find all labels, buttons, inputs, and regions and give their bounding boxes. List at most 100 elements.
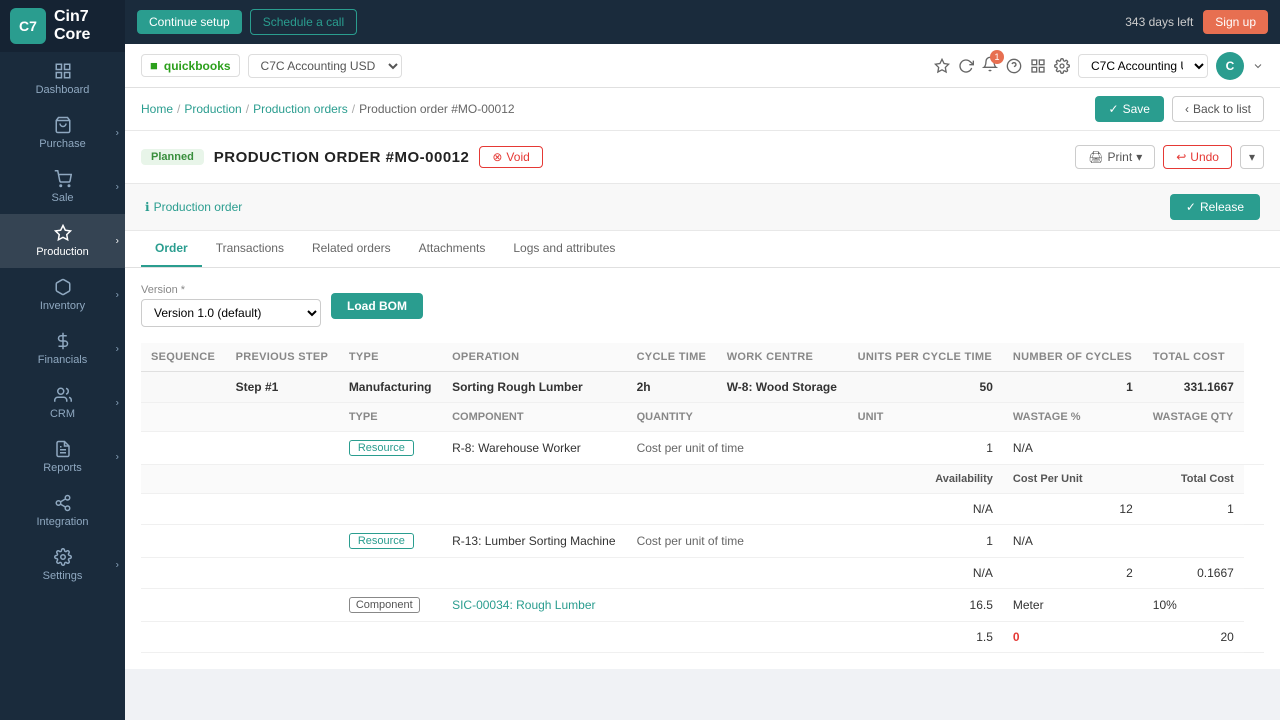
- production-order-header: Planned PRODUCTION ORDER #MO-00012 ⊗ Voi…: [125, 131, 1280, 184]
- th-sequence: Sequence: [141, 343, 226, 372]
- tab-logs-attributes[interactable]: Logs and attributes: [499, 231, 629, 267]
- page-area: Home / Production / Production orders / …: [125, 88, 1280, 720]
- po-header-left: Planned PRODUCTION ORDER #MO-00012 ⊗ Voi…: [141, 146, 543, 168]
- release-check-icon: ✓: [1186, 200, 1196, 214]
- breadcrumb-home[interactable]: Home: [141, 102, 173, 116]
- notification-count: 1: [990, 50, 1004, 64]
- sidebar-item-sale[interactable]: Sale ›: [0, 160, 125, 214]
- grid-icon[interactable]: [1030, 58, 1046, 74]
- comp-availability-r8: N/A: [848, 494, 1003, 525]
- tab-transactions[interactable]: Transactions: [202, 231, 298, 267]
- order-content: Version * Version 1.0 (default) Load BOM…: [125, 268, 1280, 669]
- refresh-icon[interactable]: [958, 58, 974, 74]
- void-button[interactable]: ⊗ Void: [479, 146, 542, 168]
- logo-icon: C7: [10, 8, 46, 44]
- sidebar-item-dashboard[interactable]: Dashboard: [0, 52, 125, 106]
- sidebar-item-production[interactable]: Production ›: [0, 214, 125, 268]
- quickbooks-badge[interactable]: ■ quickbooks: [141, 54, 240, 77]
- sidebar-item-label: Settings: [43, 570, 83, 582]
- continue-setup-button[interactable]: Continue setup: [137, 10, 242, 34]
- sidebar-item-label: Production: [36, 246, 89, 258]
- save-check-icon: ✓: [1109, 102, 1119, 116]
- user-avatar[interactable]: C: [1216, 52, 1244, 80]
- comp-unit: N/A: [1003, 432, 1143, 465]
- table-row: Type Component Quantity Unit Wastage % W…: [141, 403, 1264, 432]
- comp2-cost-per-unit: 2: [1003, 558, 1143, 589]
- sidebar-item-label: Purchase: [39, 138, 85, 150]
- table-row: Availability Cost Per Unit Total Cost: [141, 465, 1264, 494]
- po-header-right: 🖨 Print ▾ ↩ Undo ▾: [1075, 145, 1264, 169]
- sidebar-item-label: Inventory: [40, 300, 85, 312]
- comp-unit-header: Unit: [848, 403, 1003, 432]
- comp-wastage-pct: [1143, 432, 1244, 465]
- accounting-select[interactable]: C7C Accounting USD: [248, 54, 402, 78]
- save-button[interactable]: ✓ Save: [1095, 96, 1164, 122]
- reports-icon: [54, 440, 72, 458]
- sidebar-item-settings[interactable]: Settings ›: [0, 538, 125, 592]
- comp3-availability: 0: [1013, 630, 1020, 644]
- back-icon: ‹: [1185, 102, 1189, 116]
- version-label: Version *: [141, 284, 321, 296]
- chevron-right-icon: ›: [116, 128, 119, 139]
- load-bom-button[interactable]: Load BOM: [331, 293, 423, 319]
- breadcrumb-production-orders[interactable]: Production orders: [253, 102, 348, 116]
- more-actions-button[interactable]: ▾: [1240, 145, 1264, 169]
- version-row: Version * Version 1.0 (default) Load BOM: [141, 284, 1264, 327]
- table-row: 1.5 0 20: [141, 622, 1264, 653]
- comp2-availability: N/A: [848, 558, 1003, 589]
- work-table: Sequence Previous Step Type Operation Cy…: [141, 343, 1264, 653]
- comp-component-header: Component: [442, 403, 626, 432]
- sidebar-item-purchase[interactable]: Purchase ›: [0, 106, 125, 160]
- signup-button[interactable]: Sign up: [1203, 10, 1268, 34]
- th-units-per-cycle: Units Per Cycle Time: [848, 343, 1003, 372]
- chevron-right-icon: ›: [116, 560, 119, 571]
- comp-quantity-label: Cost per unit of time: [627, 432, 848, 465]
- sidebar-item-label: Reports: [43, 462, 82, 474]
- comp-quantity: 1: [848, 432, 1003, 465]
- integration-icon: [54, 494, 72, 512]
- comp3-unit: Meter: [1003, 589, 1143, 622]
- back-to-list-button[interactable]: ‹ Back to list: [1172, 96, 1264, 122]
- sidebar-item-integration[interactable]: Integration: [0, 484, 125, 538]
- production-icon: [54, 224, 72, 242]
- release-button[interactable]: ✓ Release: [1170, 194, 1260, 220]
- comp2-total-cost: 0.1667: [1143, 558, 1244, 589]
- financials-icon: [54, 332, 72, 350]
- print-button[interactable]: 🖨 Print ▾: [1075, 145, 1155, 169]
- th-total-cost: Total Cost: [1143, 343, 1244, 372]
- po-title: PRODUCTION ORDER #MO-00012: [214, 149, 470, 166]
- comp-cost-per-unit-r8: 12: [1003, 494, 1143, 525]
- schedule-call-button[interactable]: Schedule a call: [250, 9, 357, 35]
- table-row: Step #1 Manufacturing Sorting Rough Lumb…: [141, 372, 1264, 403]
- tab-order[interactable]: Order: [141, 231, 202, 267]
- settings-small-icon[interactable]: [1054, 58, 1070, 74]
- th-type: Type: [339, 343, 442, 372]
- help-icon[interactable]: [1006, 58, 1022, 74]
- purchase-icon: [54, 116, 72, 134]
- sidebar-item-financials[interactable]: Financials ›: [0, 322, 125, 376]
- sidebar-item-crm[interactable]: CRM ›: [0, 376, 125, 430]
- comp-type-header: Type: [339, 403, 442, 432]
- tab-related-orders[interactable]: Related orders: [298, 231, 405, 267]
- notification-wrapper[interactable]: 1: [982, 56, 998, 75]
- sidebar-item-reports[interactable]: Reports ›: [0, 430, 125, 484]
- quickbooks-icon: ■: [150, 58, 158, 73]
- undo-button[interactable]: ↩ Undo: [1163, 145, 1232, 169]
- breadcrumb-current: Production order #MO-00012: [359, 102, 514, 116]
- chevron-right-icon: ›: [116, 398, 119, 409]
- th-previous-step: Previous Step: [226, 343, 339, 372]
- production-order-link[interactable]: ℹ Production order: [145, 200, 242, 214]
- breadcrumb-production[interactable]: Production: [184, 102, 241, 116]
- comp2-type-badge: Resource: [339, 525, 442, 558]
- print-chevron-icon: ▾: [1136, 150, 1142, 164]
- comp3-wastage-pct: 10%: [1143, 589, 1244, 622]
- company-select[interactable]: C7C Accounting U...: [1078, 54, 1208, 78]
- sidebar-item-inventory[interactable]: Inventory ›: [0, 268, 125, 322]
- user-chevron-icon[interactable]: [1252, 60, 1264, 72]
- tab-attachments[interactable]: Attachments: [405, 231, 500, 267]
- star-icon[interactable]: [934, 58, 950, 74]
- comp3-wastage-qty: 1.5: [848, 622, 1003, 653]
- chevron-right-icon: ›: [116, 344, 119, 355]
- sidebar-item-label: CRM: [50, 408, 75, 420]
- version-select[interactable]: Version 1.0 (default): [141, 299, 321, 327]
